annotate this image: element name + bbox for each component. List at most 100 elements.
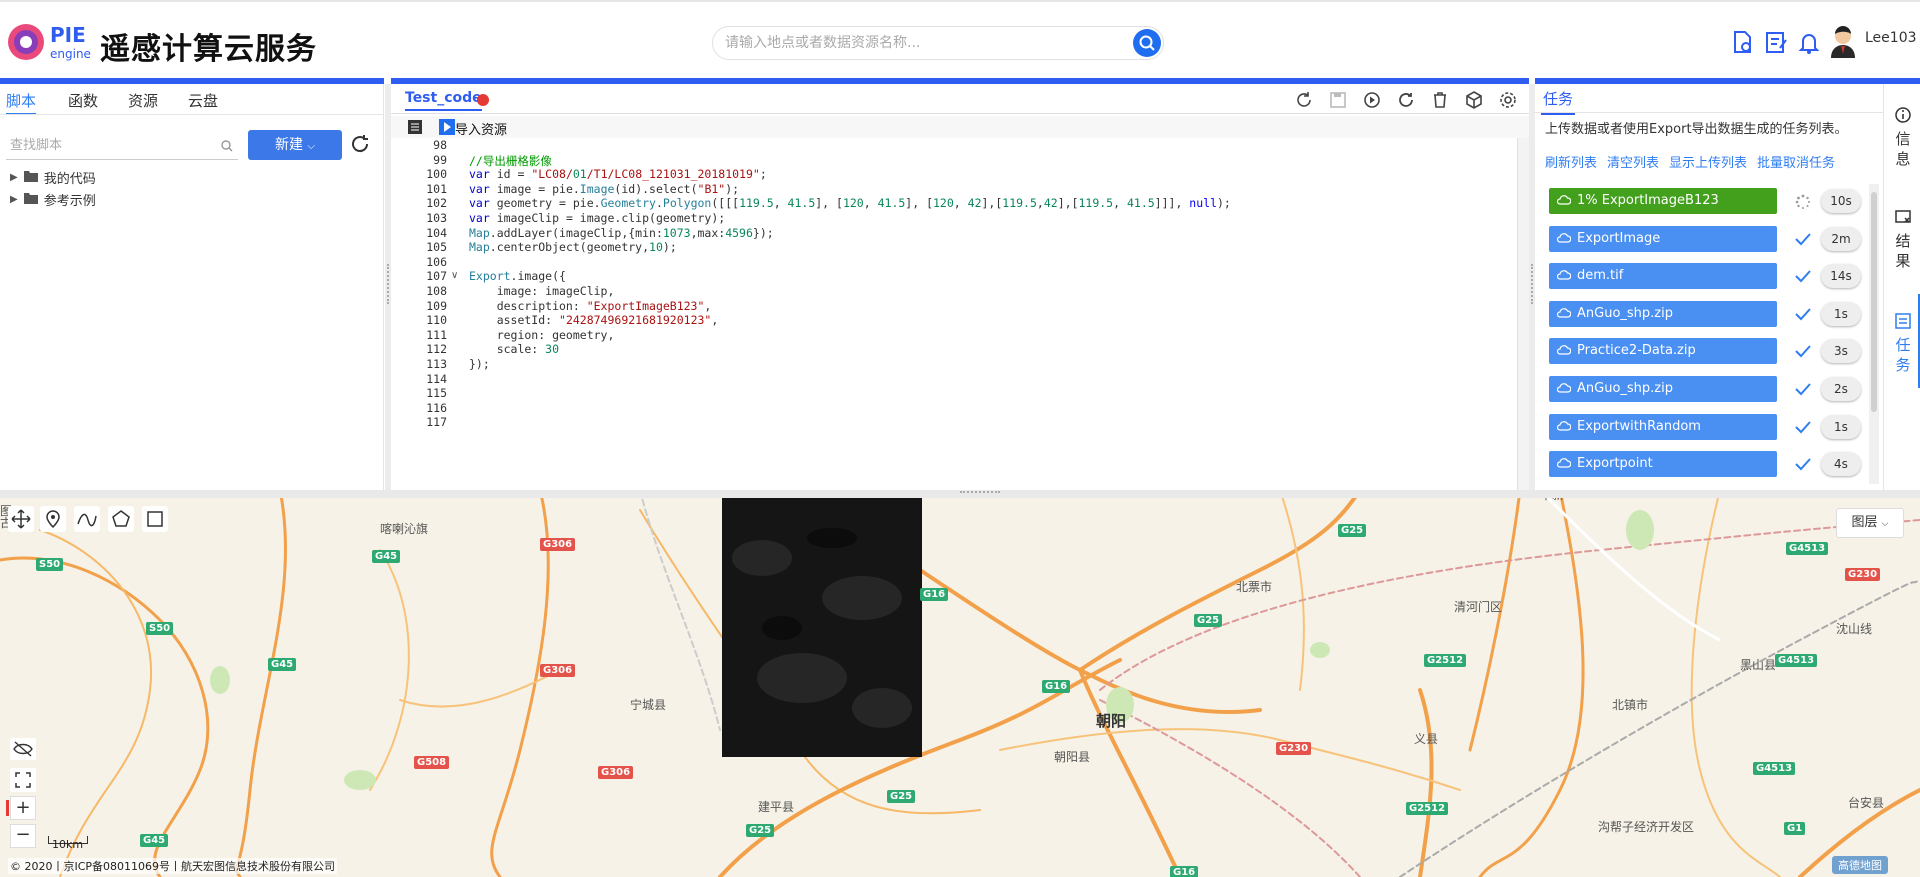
map-splitter[interactable] (0, 490, 1920, 498)
tab-functions[interactable]: 函数 (68, 90, 98, 111)
map-place-label: 沟帮子经济开发区 (1598, 820, 1695, 834)
code-area[interactable]: 98 99 //导出栅格影像 100 var id = "LC08/01/T1/LC08… (391, 138, 1517, 490)
clear-list-link[interactable]: 清空列表 (1607, 152, 1659, 171)
code-line[interactable]: var imageClip = image.clip(geometry); (469, 211, 725, 225)
layers-button[interactable]: 图层 ⌵ (1836, 508, 1904, 538)
rail-tasks[interactable]: 任务 (1888, 312, 1918, 375)
search-button[interactable] (1133, 29, 1161, 57)
task-scrollbar-thumb[interactable] (1871, 192, 1877, 412)
batch-cancel-link[interactable]: 批量取消任务 (1757, 152, 1835, 171)
file-tab[interactable]: Test_code (405, 90, 482, 111)
rectangle-tool-icon[interactable] (142, 506, 168, 532)
package-icon[interactable] (1464, 90, 1484, 110)
code-line[interactable]: assetId: "24287496921681920123", (469, 313, 719, 327)
task-item[interactable]: Exportpoint (1549, 451, 1777, 478)
settings-icon[interactable] (1498, 90, 1518, 110)
fold-chevron-icon[interactable]: ∨ (451, 270, 458, 281)
import-resources-button[interactable]: 导入资源 (455, 119, 507, 138)
code-line[interactable]: }); (469, 357, 490, 371)
line-number: 116 (426, 400, 447, 415)
task-name: Practice2-Data.zip (1577, 343, 1696, 359)
search-icon[interactable] (220, 139, 234, 153)
run-icon[interactable] (1362, 90, 1382, 110)
map-place-label: 朝阳县 (1054, 750, 1091, 764)
show-upload-list-link[interactable]: 显示上传列表 (1669, 152, 1747, 171)
check-icon (1795, 344, 1811, 358)
road-shield: G4513 (1753, 762, 1796, 775)
location-search-input[interactable] (713, 27, 1113, 59)
username[interactable]: Lee103 (1865, 30, 1917, 46)
save-icon[interactable] (1328, 90, 1348, 110)
reset-icon[interactable] (1396, 90, 1416, 110)
layers-label: 图层 (1851, 515, 1878, 530)
list-icon[interactable] (407, 119, 423, 135)
code-line[interactable]: var image = pie.Image(id).select("B1"); (469, 182, 739, 196)
rail-info[interactable]: 信息 (1888, 106, 1918, 169)
task-item[interactable]: 1% ExportImageB123 (1549, 188, 1777, 214)
road-shield: S50 (36, 558, 64, 571)
editor-scrollbar[interactable] (1517, 138, 1529, 490)
task-item[interactable]: ExportwithRandom (1549, 413, 1777, 440)
code-line[interactable]: var id = "LC08/01/T1/LC08_121031_2018101… (469, 167, 767, 181)
task-item[interactable]: Practice2-Data.zip (1549, 338, 1777, 365)
road-shield: S50 (146, 622, 174, 635)
code-line[interactable]: region: geometry, (469, 328, 615, 342)
task-item[interactable]: dem.tif (1549, 263, 1777, 290)
refresh-icon[interactable] (348, 132, 372, 156)
line-tool-icon[interactable] (74, 506, 100, 532)
code-line[interactable]: image: imageClip, (469, 284, 615, 298)
editor-subtoolbar: 导入资源 (391, 116, 1529, 138)
pie-engine-logo[interactable]: PIE engine (6, 20, 96, 64)
bell-icon[interactable] (1795, 28, 1823, 56)
map-place-label: 黑山县 (1740, 658, 1777, 672)
map-view[interactable]: 喀喇沁旗 北票市 清河门区 宁城县 朝阳 朝阳县 义县 北镇市 黑山县 建平县 沟帮子经济开发区 台安… (0, 490, 1920, 877)
task-duration-badge: 4s (1821, 452, 1861, 477)
cloud-icon (1557, 270, 1571, 280)
task-name: AnGuo_shp.zip (1577, 381, 1673, 396)
road-shield: G25 (746, 824, 775, 837)
rerun-icon[interactable] (1294, 90, 1314, 110)
delete-icon[interactable] (1430, 90, 1450, 110)
code-line[interactable]: Map.centerObject(geometry,10); (469, 240, 677, 254)
refresh-list-link[interactable]: 刷新列表 (1545, 152, 1597, 171)
polygon-tool-icon[interactable] (108, 506, 134, 532)
code-line[interactable]: description: "ExportImageB123", (469, 299, 712, 313)
document-icon[interactable] (1728, 28, 1756, 56)
tab-resources[interactable]: 资源 (128, 90, 158, 111)
code-line[interactable]: Export.image({ (469, 269, 566, 283)
line-number: 98 (433, 138, 447, 152)
fullscreen-icon[interactable] (10, 768, 36, 792)
line-number: 109 (426, 298, 447, 313)
tab-scripts[interactable]: 脚本 (6, 90, 37, 115)
task-duration-badge: 2m (1821, 226, 1861, 251)
new-script-button[interactable]: 新建 ⌵ (248, 130, 342, 160)
top-header: PIE engine 遥感计算云服务 Lee103 (0, 0, 1920, 80)
tree-item-my-code[interactable]: ▶ 我的代码 (10, 168, 96, 187)
line-number: 113 (426, 357, 447, 371)
zoom-out-button[interactable]: − (10, 824, 36, 848)
code-line[interactable]: //导出栅格影像 (469, 153, 552, 169)
script-search-input[interactable] (6, 132, 206, 158)
road-shield: G25 (1194, 614, 1223, 627)
road-shield: G230 (1276, 742, 1312, 755)
road-shield: G508 (414, 756, 450, 769)
road-shield: G16 (1170, 866, 1199, 877)
pan-tool-icon[interactable] (8, 506, 34, 532)
cloud-icon (1557, 308, 1571, 318)
tab-cloud-disk[interactable]: 云盘 (188, 90, 218, 111)
task-name: dem.tif (1577, 268, 1624, 284)
rail-results[interactable]: 结果 (1888, 208, 1918, 271)
code-line[interactable]: var geometry = pie.Geometry.Polygon([[[1… (469, 196, 1231, 210)
code-line[interactable]: Map.addLayer(imageClip,{min:1073,max:459… (469, 226, 774, 240)
zoom-in-button[interactable]: + (10, 796, 36, 820)
avatar[interactable] (1828, 24, 1858, 58)
task-item[interactable]: AnGuo_shp.zip (1549, 376, 1777, 402)
tree-item-examples[interactable]: ▶ 参考示例 (10, 190, 96, 209)
copyright-text: © 2020丨京ICP备08011069号丨航天宏图信息技术股份有限公司 (8, 858, 338, 874)
marker-tool-icon[interactable] (40, 506, 66, 532)
task-item[interactable]: ExportImage (1549, 225, 1777, 252)
task-item[interactable]: AnGuo_shp.zip (1549, 300, 1777, 327)
notes-icon[interactable] (1762, 28, 1790, 56)
visibility-off-icon[interactable] (10, 738, 36, 760)
code-line[interactable]: scale: 30 (469, 342, 559, 356)
